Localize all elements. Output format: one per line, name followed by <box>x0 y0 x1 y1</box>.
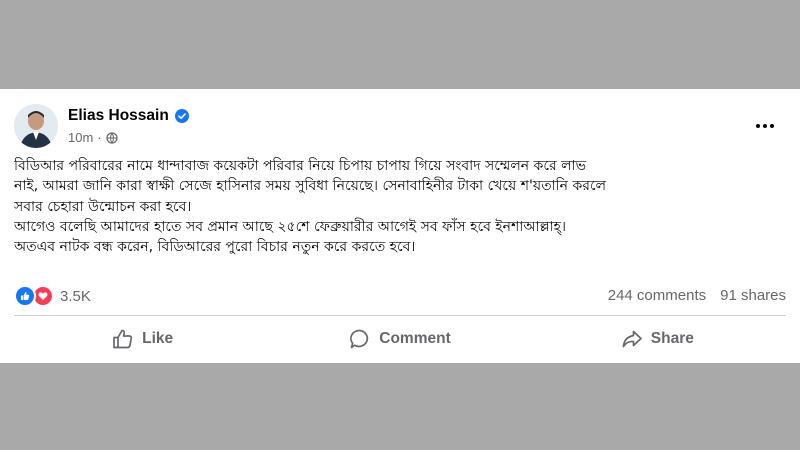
verified-badge-icon <box>174 109 189 123</box>
post-body-line: নাই, আমরা জানি কারা স্বাক্ষী সেজে হাসিনা… <box>14 178 607 195</box>
more-options-icon[interactable] <box>752 116 778 136</box>
thumbs-up-icon <box>113 329 133 349</box>
like-reaction-icon <box>14 285 36 307</box>
divider <box>14 315 786 316</box>
post-body-line: সবার চেহারা উন্মোচন করা হবে। <box>14 198 192 215</box>
post-body: বিডিআর পরিবারের নামে ধান্দাবাজ কয়েকটা প… <box>14 156 790 257</box>
post-body-line: বিডিআর পরিবারের নামে ধান্দাবাজ কয়েকটা প… <box>14 158 587 174</box>
comment-bubble-icon <box>350 329 369 349</box>
post-body-line: আগেও বলেছি আমাদের হাতে সব প্রমান আছে ২৫শ… <box>14 218 567 235</box>
share-label: Share <box>650 330 694 347</box>
action-bar: Like Comment Share <box>14 322 786 356</box>
dot-separator: · <box>97 130 102 145</box>
like-label: Like <box>142 330 174 347</box>
author-name[interactable]: Elias Hossain <box>68 107 189 125</box>
post-time[interactable]: 10m <box>68 130 93 145</box>
globe-icon <box>106 131 118 144</box>
reaction-count[interactable]: 3.5K <box>60 288 91 305</box>
share-button[interactable]: Share <box>529 322 786 356</box>
like-button[interactable]: Like <box>14 322 271 356</box>
avatar[interactable] <box>14 104 58 148</box>
engagement-counts: 244 comments 91 shares <box>608 287 786 304</box>
share-arrow-icon <box>622 330 642 348</box>
comment-label: Comment <box>379 330 451 347</box>
reactions-summary[interactable]: 3.5K <box>14 285 91 307</box>
post-body-line: অতএব নাটক বন্ধ করেন, বিডিআরের পুরো বিচার… <box>14 239 416 256</box>
shares-count[interactable]: 91 shares <box>720 287 786 304</box>
post-meta: 10m · <box>68 130 118 145</box>
comments-count[interactable]: 244 comments <box>608 287 706 304</box>
author-name-text[interactable]: Elias Hossain <box>68 107 169 125</box>
comment-button[interactable]: Comment <box>271 322 528 356</box>
